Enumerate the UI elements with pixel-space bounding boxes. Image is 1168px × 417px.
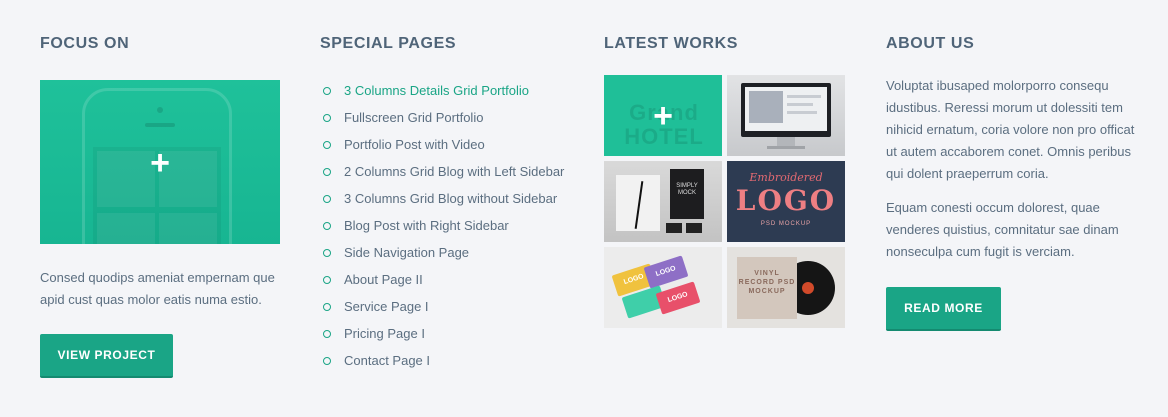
special-pages-list: 3 Columns Details Grid Portfolio Fullscr…: [320, 77, 582, 374]
circle-bullet-icon: [323, 195, 331, 203]
special-page-item: Contact Page I: [320, 347, 582, 374]
focus-project-thumbnail[interactable]: +: [40, 80, 280, 244]
about-paragraph-1: Voluptat ibusaped molorporro consequ idu…: [886, 78, 1135, 181]
focus-description: Consed quodips ameniat empernam que apid…: [40, 270, 275, 307]
special-pages-widget: SPECIAL PAGES 3 Columns Details Grid Por…: [320, 34, 582, 374]
special-page-link[interactable]: Pricing Page I: [344, 326, 425, 341]
circle-bullet-icon: [323, 357, 331, 365]
circle-bullet-icon: [323, 330, 331, 338]
work-thumb-business-cards[interactable]: LOGO LOGO LOGO: [604, 247, 722, 328]
vinyl-sleeve-text: VINYL RECORD PSD MOCKUP: [738, 270, 796, 295]
special-page-item: 2 Columns Grid Blog with Left Sidebar: [320, 158, 582, 185]
latest-works-widget: LATEST WORKS Grand HOTEL + SIMPLY MOCK E…: [604, 34, 846, 329]
special-page-link[interactable]: Contact Page I: [344, 353, 430, 368]
embroidered-script-text: Embroidered: [749, 171, 823, 184]
special-pages-heading: SPECIAL PAGES: [320, 35, 457, 52]
work-thumb-monitor[interactable]: [727, 75, 845, 156]
circle-bullet-icon: [323, 87, 331, 95]
circle-bullet-icon: [323, 222, 331, 230]
work-thumb-stationery-text: SIMPLY MOCK: [676, 183, 698, 196]
special-page-item: 3 Columns Grid Blog without Sidebar: [320, 185, 582, 212]
latest-works-heading: LATEST WORKS: [604, 35, 739, 52]
special-page-link[interactable]: Portfolio Post with Video: [344, 137, 485, 152]
about-us-widget: ABOUT US Voluptat ibusaped molorporro co…: [886, 34, 1136, 331]
special-page-link[interactable]: 3 Columns Grid Blog without Sidebar: [344, 191, 557, 206]
work-thumb-hotel[interactable]: Grand HOTEL +: [604, 75, 722, 156]
work-thumb-vinyl[interactable]: VINYL RECORD PSD MOCKUP: [727, 247, 845, 328]
special-page-item: Blog Post with Right Sidebar: [320, 212, 582, 239]
circle-bullet-icon: [323, 303, 331, 311]
special-page-link[interactable]: Service Page I: [344, 299, 429, 314]
about-paragraph-2: Equam conesti occum dolorest, quae vende…: [886, 200, 1119, 259]
monitor-illustration: [741, 83, 831, 137]
view-project-button[interactable]: VIEW PROJECT: [40, 334, 173, 378]
plus-icon: +: [653, 97, 673, 135]
read-more-button[interactable]: READ MORE: [886, 287, 1001, 331]
special-page-item: 3 Columns Details Grid Portfolio: [320, 77, 582, 104]
special-page-item: Fullscreen Grid Portfolio: [320, 104, 582, 131]
special-page-link[interactable]: Fullscreen Grid Portfolio: [344, 110, 483, 125]
work-thumb-stationery[interactable]: SIMPLY MOCK: [604, 161, 722, 242]
circle-bullet-icon: [323, 141, 331, 149]
special-page-item: Portfolio Post with Video: [320, 131, 582, 158]
work-thumb-embroidered-logo[interactable]: Embroidered LOGO PSD MOCKUP: [727, 161, 845, 242]
special-page-item: About Page II: [320, 266, 582, 293]
latest-works-grid: Grand HOTEL + SIMPLY MOCK Embroidered LO…: [604, 75, 846, 329]
special-page-link[interactable]: Blog Post with Right Sidebar: [344, 218, 509, 233]
circle-bullet-icon: [323, 168, 331, 176]
special-page-item: Side Navigation Page: [320, 239, 582, 266]
embroidered-sub-text: PSD MOCKUP: [760, 221, 812, 227]
business-card-text: LOGO: [666, 291, 689, 305]
special-page-link[interactable]: Side Navigation Page: [344, 245, 469, 260]
about-heading: ABOUT US: [886, 35, 975, 52]
special-page-link[interactable]: 3 Columns Details Grid Portfolio: [344, 83, 529, 98]
embroidered-logo-text: LOGO: [735, 184, 837, 217]
special-page-item: Service Page I: [320, 293, 582, 320]
special-page-link[interactable]: 2 Columns Grid Blog with Left Sidebar: [344, 164, 564, 179]
special-page-link[interactable]: About Page II: [344, 272, 423, 287]
footer-widgets: FOCUS ON + Consed quodips ameniat empern…: [0, 0, 1168, 417]
circle-bullet-icon: [323, 276, 331, 284]
circle-bullet-icon: [323, 114, 331, 122]
business-card-text: LOGO: [654, 265, 677, 279]
circle-bullet-icon: [323, 249, 331, 257]
special-page-item: Pricing Page I: [320, 320, 582, 347]
focus-heading: FOCUS ON: [40, 35, 130, 52]
plus-icon: +: [150, 144, 170, 182]
focus-on-widget: FOCUS ON + Consed quodips ameniat empern…: [40, 34, 280, 378]
